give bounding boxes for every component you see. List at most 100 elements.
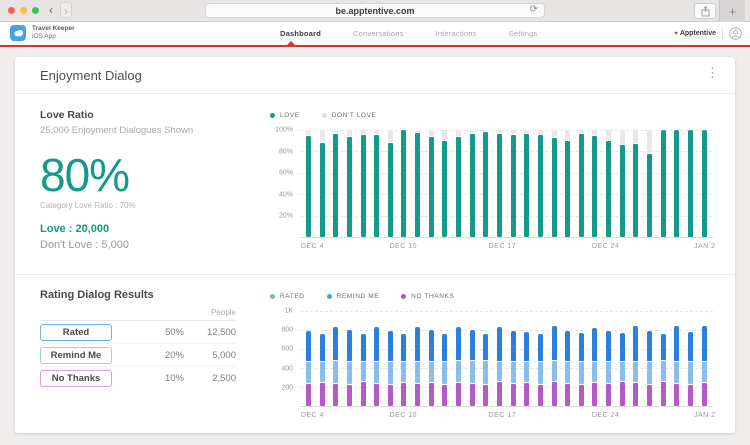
bar-segment bbox=[552, 138, 557, 237]
rated-people: 12,500 bbox=[184, 327, 236, 338]
bar-segment bbox=[552, 326, 557, 360]
bar-segment bbox=[456, 327, 461, 360]
y-tick-label: 600 bbox=[281, 346, 293, 353]
bar-segment bbox=[401, 362, 406, 383]
refresh-icon[interactable]: ⟳ bbox=[530, 4, 538, 15]
bar-segment bbox=[647, 362, 652, 384]
address-bar[interactable]: be.apptentive.com ⟳ bbox=[205, 3, 545, 18]
y-tick-label: 80% bbox=[279, 148, 293, 155]
bar-segment bbox=[388, 143, 393, 237]
minimize-window-button[interactable] bbox=[20, 7, 27, 14]
bar-segment bbox=[633, 326, 638, 360]
bar bbox=[538, 130, 543, 237]
bar bbox=[565, 311, 570, 406]
remind-me-pill-button[interactable]: Remind Me bbox=[40, 347, 112, 364]
bar-segment bbox=[429, 130, 434, 136]
bar-segment bbox=[633, 130, 638, 143]
kebab-menu-icon[interactable]: ⋮ bbox=[706, 65, 719, 81]
bar bbox=[442, 311, 447, 406]
bar bbox=[456, 130, 461, 237]
bar-segment bbox=[415, 362, 420, 383]
bar bbox=[429, 311, 434, 406]
bar-segment bbox=[333, 130, 338, 133]
bar bbox=[688, 311, 693, 406]
rated-pill-button[interactable]: Rated bbox=[40, 324, 112, 341]
bar-segment bbox=[565, 331, 570, 360]
legend-label: DON'T LOVE bbox=[332, 112, 377, 119]
back-icon[interactable]: ‹ bbox=[46, 2, 56, 18]
bar-segment bbox=[415, 133, 420, 237]
x-tick-label: DEC 17 bbox=[489, 412, 517, 419]
category-love-ratio-note: Category Love Ratio : 70% bbox=[40, 201, 258, 210]
bar-segment bbox=[606, 130, 611, 140]
bar bbox=[702, 311, 707, 406]
remind-me-people: 5,000 bbox=[184, 350, 236, 361]
bar-segment bbox=[592, 130, 597, 135]
bar bbox=[633, 130, 638, 237]
bar bbox=[511, 130, 516, 237]
bar bbox=[497, 311, 502, 406]
love-ratio-section: Love Ratio 25,000 Enjoyment Dialogues Sh… bbox=[15, 94, 735, 275]
bar bbox=[401, 311, 406, 406]
bar-segment bbox=[620, 145, 625, 237]
bar-segment bbox=[415, 384, 420, 406]
bar-segment bbox=[592, 136, 597, 237]
active-tab-indicator-line bbox=[0, 45, 750, 47]
bar bbox=[511, 311, 516, 406]
no-thanks-pill-button[interactable]: No Thanks bbox=[40, 370, 112, 387]
app-brand[interactable]: Travel Keeper iOS App bbox=[10, 25, 75, 42]
tab-dashboard[interactable]: Dashboard bbox=[280, 29, 321, 38]
love-chart-plot bbox=[300, 130, 713, 238]
bar-segment bbox=[511, 331, 516, 361]
bar-segment bbox=[661, 382, 666, 406]
bar bbox=[702, 130, 707, 237]
bar bbox=[415, 311, 420, 406]
close-window-button[interactable] bbox=[8, 7, 15, 14]
bar-segment bbox=[647, 385, 652, 406]
bar-segment bbox=[401, 334, 406, 361]
bar-segment bbox=[592, 362, 597, 383]
bar bbox=[674, 311, 679, 406]
share-button[interactable] bbox=[694, 3, 716, 19]
bar-segment bbox=[483, 130, 488, 131]
legend-label: LOVE bbox=[280, 112, 300, 119]
zoom-window-button[interactable] bbox=[32, 7, 39, 14]
bar bbox=[538, 311, 543, 406]
y-tick-label: 400 bbox=[281, 365, 293, 372]
bar-segment bbox=[647, 130, 652, 153]
tab-settings[interactable]: Settings bbox=[509, 29, 538, 38]
love-chart-yaxis: 100%80%60%40%20% bbox=[270, 130, 300, 238]
bar-segment bbox=[592, 383, 597, 406]
x-tick-label: DEC 4 bbox=[301, 412, 324, 419]
bar-segment bbox=[470, 330, 475, 360]
bar-segment bbox=[579, 385, 584, 406]
bar bbox=[524, 311, 529, 406]
bar-segment bbox=[306, 136, 311, 237]
x-tick-label: DEC 24 bbox=[592, 243, 620, 250]
tab-conversations[interactable]: Conversations bbox=[353, 29, 404, 38]
bar bbox=[483, 311, 488, 406]
forward-icon[interactable]: › bbox=[60, 2, 72, 18]
people-column-header: People bbox=[40, 308, 236, 321]
bar-segment bbox=[442, 334, 447, 361]
user-avatar-icon[interactable] bbox=[729, 27, 742, 40]
apptentive-logo[interactable]: ♥ Apptentive bbox=[674, 30, 716, 37]
bar-segment bbox=[306, 331, 311, 361]
bar-segment bbox=[702, 130, 707, 237]
table-row: Rated 50% 12,500 bbox=[40, 321, 236, 344]
bar-segment bbox=[361, 130, 366, 134]
bar-segment bbox=[511, 384, 516, 406]
bar-segment bbox=[538, 362, 543, 384]
tab-interactions[interactable]: Interactions bbox=[436, 29, 477, 38]
new-tab-button[interactable]: + bbox=[719, 0, 745, 22]
bar-segment bbox=[538, 385, 543, 406]
bar-segment bbox=[674, 130, 679, 237]
rating-chart-legend: RATEDREMIND MENO THANKS bbox=[270, 289, 713, 303]
bar bbox=[620, 311, 625, 406]
bar-segment bbox=[647, 331, 652, 361]
bar-segment bbox=[374, 130, 379, 134]
bar-segment bbox=[361, 135, 366, 237]
no-thanks-percent: 10% bbox=[132, 373, 184, 384]
rating-chart: RATEDREMIND MENO THANKS 1K800600400200 D… bbox=[258, 285, 713, 425]
bar bbox=[579, 311, 584, 406]
